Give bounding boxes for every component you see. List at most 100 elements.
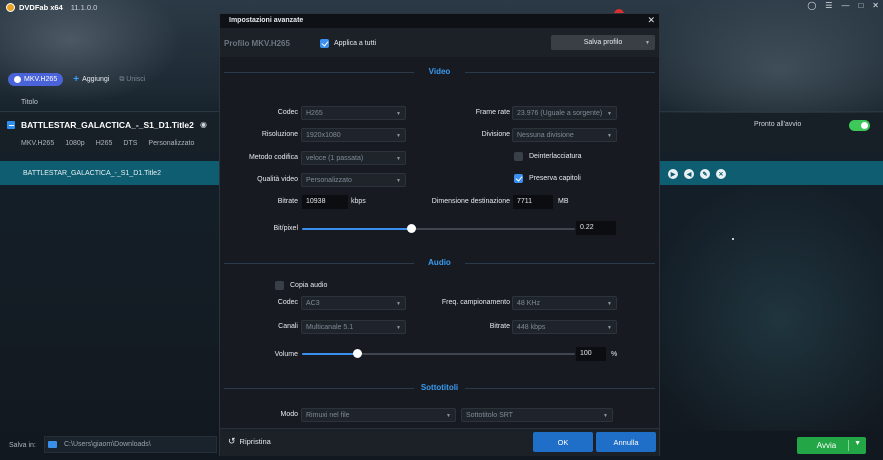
ok-button[interactable]: OK [533,432,593,452]
preserve-chapters-label: Preserva capitoli [529,175,581,182]
cancel-button[interactable]: Annulla [596,432,656,452]
video-bitrate-unit: kbps [351,198,366,205]
close-icon[interactable]: ✕ [872,1,879,10]
save-profile-dropdown[interactable]: Salva profilo ▼ [551,35,655,50]
encode-method-label: Metodo codifica [248,154,298,161]
framerate-value: 23.976 (Uguale a sorgente) [517,110,603,117]
minimize-icon[interactable]: — [841,1,849,10]
audio-bitrate-value: 448 kbps [517,324,546,331]
division-value: Nessuna divisione [517,132,574,139]
audio-codec-value: AC3 [306,300,320,307]
deinterlace-checkbox[interactable] [514,152,523,161]
dvdfab-logo-icon [6,3,15,12]
menu-icon[interactable]: ☰ [825,1,832,10]
encode-method-value: veloce (1 passata) [306,155,364,162]
video-codec-value: H265 [306,110,323,117]
chevron-down-icon[interactable]: ▼ [854,440,861,447]
plus-icon: + [73,74,80,85]
copy-audio-checkbox[interactable] [275,281,284,290]
restore-icon[interactable]: ◯ [807,1,816,10]
start-button[interactable]: Avvia ▼ [797,437,866,454]
volume-slider-fill [302,353,357,355]
title-row-actions: ▶ ◀ ✎ ✕ [668,169,726,179]
channels-dropdown[interactable]: Multicanale 5.1 ▼ [301,320,406,334]
bluray-icon: ◉ [200,120,207,129]
title-row-label: BATTLESTAR_GALACTICA_-_S1_D1.Title2 [23,170,161,177]
file-title: BATTLESTAR_GALACTICA_-_S1_D1.Title2 [21,120,194,130]
video-bitrate-label: Bitrate [277,198,298,205]
folder-icon[interactable] [48,441,57,448]
merge-icon: ⧉ [119,75,125,83]
merge-button[interactable]: ⧉ Unisci [119,76,145,84]
chevron-down-icon: ▼ [607,111,612,117]
resolution-value: 1920x1080 [306,132,341,139]
division-dropdown[interactable]: Nessuna divisione ▼ [512,128,617,142]
preserve-chapters-checkbox[interactable] [514,174,523,183]
meta-codec: H265 [95,140,113,147]
dialog-footer [220,428,659,456]
status-text: Pronto all'avvio [754,121,802,128]
add-button[interactable]: + Aggiungi [73,74,109,85]
video-quality-label: Qualità video [257,176,298,183]
close-icon[interactable]: ✕ [647,15,655,26]
app-logo: DVDFab x64 11.1.0.0 [6,3,97,12]
video-codec-label: Codec [277,109,298,116]
subtitle-format-dropdown[interactable]: Sottotitolo SRT ▼ [461,408,613,422]
samplerate-dropdown[interactable]: 48 KHz ▼ [512,296,617,310]
edit-icon[interactable]: ✎ [700,169,710,179]
reset-label: Ripristina [239,437,271,446]
merge-label: Unisci [126,75,146,83]
volume-input[interactable]: 100 [576,347,606,361]
maximize-icon[interactable]: □ [858,1,863,10]
back-icon[interactable]: ◀ [684,169,694,179]
cancel-label: Annulla [613,437,639,447]
chevron-down-icon: ▼ [603,413,608,419]
ready-toggle[interactable] [849,120,870,131]
subtitle-mode-label: Modo [280,411,298,418]
play-icon[interactable]: ▶ [668,169,678,179]
chevron-down-icon: ▼ [396,178,401,184]
video-codec-dropdown[interactable]: H265 ▼ [301,106,406,120]
audio-codec-dropdown[interactable]: AC3 ▼ [301,296,406,310]
division-label: Divisione [481,131,510,138]
copy-audio-label: Copia audio [290,282,328,289]
apply-all-label: Applica a tutti [334,40,377,47]
remove-icon[interactable]: ✕ [716,169,726,179]
resolution-label: Risoluzione [261,131,298,138]
start-separator [848,440,849,451]
save-profile-label: Salva profilo [583,39,623,46]
profile-name: Profilo MKV.H265 [224,39,290,48]
dest-size-input[interactable]: 7711 [513,195,553,209]
chevron-down-icon: ▼ [607,325,612,331]
bitpixel-slider-thumb[interactable] [407,224,416,233]
chevron-down-icon: ▼ [396,156,401,162]
meta-format: MKV.H265 [21,140,55,147]
resolution-dropdown[interactable]: 1920x1080 ▼ [301,128,406,142]
framerate-dropdown[interactable]: 23.976 (Uguale a sorgente) ▼ [512,106,617,120]
dialog-title: Impostazioni avanzate [229,17,304,24]
file-collapse-checkbox[interactable] [7,121,15,129]
settings-scroll-area[interactable]: Video Codec H265 ▼ Risoluzione 1920x1080 ▼… [220,57,659,428]
video-quality-dropdown[interactable]: Personalizzato ▼ [301,173,406,187]
samplerate-label: Freq. campionamento [441,299,510,306]
profile-selector-button[interactable]: MKV.H265 [8,73,64,86]
chevron-down-icon: ▼ [446,413,451,419]
dest-size-label: Dimensione destinazione [431,198,510,205]
samplerate-value: 48 KHz [517,300,540,307]
volume-label: Volume [274,351,298,358]
reset-button[interactable]: ↺ Ripristina [228,436,271,447]
volume-slider-thumb[interactable] [353,349,362,358]
ok-label: OK [557,437,569,447]
audio-bitrate-dropdown[interactable]: 448 kbps ▼ [512,320,617,334]
bitpixel-input[interactable]: 0.22 [576,221,616,235]
profile-icon [14,76,21,83]
apply-all-checkbox[interactable] [320,39,329,48]
subtitle-mode-dropdown[interactable]: Rimuxi nel file ▼ [301,408,456,422]
deinterlace-label: Deinterlacciatura [529,153,582,160]
subtitle-format-value: Sottotitolo SRT [466,412,513,419]
video-bitrate-input[interactable]: 10938 [302,195,348,209]
encode-method-dropdown[interactable]: veloce (1 passata) ▼ [301,151,406,165]
output-path-text: C:\Users\giaom\Downloads\ [64,441,151,448]
chevron-down-icon: ▼ [396,301,401,307]
meta-custom[interactable]: Personalizzato [148,140,194,147]
